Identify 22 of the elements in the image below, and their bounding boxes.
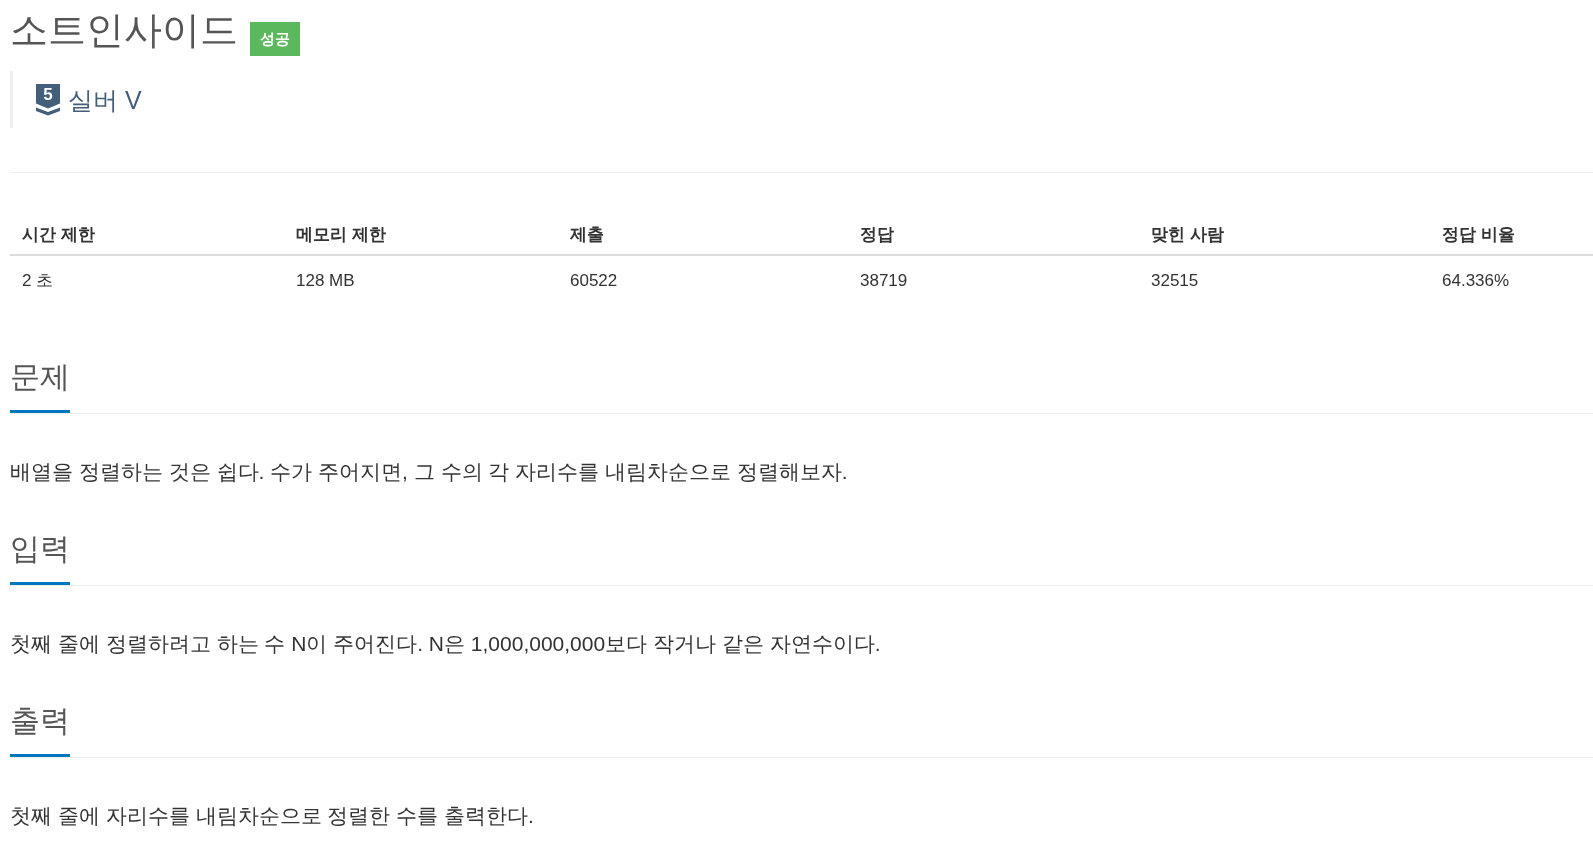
column-header: 정답 비율 (1430, 216, 1593, 255)
table-cell: 128 MB (284, 255, 558, 300)
table-cell: 32515 (1139, 255, 1430, 300)
section-heading: 입력 (10, 531, 70, 585)
column-header: 시간 제한 (10, 216, 284, 255)
section-heading: 문제 (10, 359, 70, 413)
section-text: 첫째 줄에 자리수를 내림차순으로 정렬한 수를 출력한다. (10, 803, 535, 829)
section-text: 첫째 줄에 정렬하려고 하는 수 N이 주어진다. N은 1,000,000,000보다 작거나 같은 자연수이다. (10, 631, 882, 657)
table-cell: 38719 (848, 255, 1139, 300)
tier-shield-icon: 5 (36, 83, 60, 116)
column-header: 메모리 제한 (284, 216, 558, 255)
table-cell: 64.336% (1430, 255, 1593, 300)
tier-name: 실버 V (68, 84, 142, 115)
column-header: 제출 (558, 216, 848, 255)
result-badge: 성공 (250, 22, 300, 56)
table-cell: 2 초 (10, 255, 284, 300)
column-header: 정답 (848, 216, 1139, 255)
table-cell: 60522 (558, 255, 848, 300)
column-header: 맞힌 사람 (1139, 216, 1430, 255)
section-text: 배열을 정렬하는 것은 쉽다. 수가 주어지면, 그 수의 각 자리수를 내림차순으로 정렬해보자. (10, 459, 849, 485)
section-heading: 출력 (10, 703, 70, 757)
problem-title: 소트인사이드 (10, 8, 238, 52)
